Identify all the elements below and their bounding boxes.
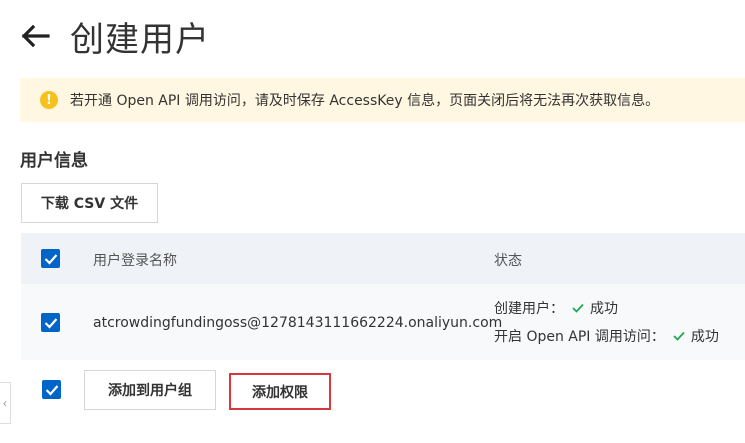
warning-icon: !: [40, 91, 58, 109]
add-to-group-button[interactable]: 添加到用户组: [84, 370, 216, 410]
arrow-left-icon[interactable]: [20, 21, 54, 51]
status-label: 创建用户：: [494, 301, 564, 317]
check-icon: [44, 317, 57, 329]
status-line-open-api: 开启 Open API 调用访问： 成功: [494, 326, 719, 346]
status-line-create-user: 创建用户： 成功: [494, 298, 618, 318]
warning-alert: ! 若开通 Open API 调用访问，请及时保存 AccessKey 信息，页…: [20, 78, 745, 122]
column-header-status: 状态: [494, 253, 522, 269]
status-result: 成功: [690, 329, 719, 345]
page-header: 创建用户: [20, 14, 210, 60]
success-check-icon: [673, 331, 685, 341]
column-header-login-name: 用户登录名称: [93, 253, 177, 269]
login-name-cell: atcrowdingfundingoss@1278143111662224.on…: [93, 315, 503, 331]
footer-select-all-checkbox[interactable]: [42, 380, 61, 399]
page-title: 创建用户: [70, 19, 210, 60]
download-csv-button[interactable]: 下载 CSV 文件: [21, 183, 158, 223]
success-check-icon: [572, 303, 584, 313]
alert-text: 若开通 Open API 调用访问，请及时保存 AccessKey 信息，页面关…: [70, 93, 660, 109]
status-label: 开启 Open API 调用访问：: [494, 329, 665, 345]
table-row: atcrowdingfundingoss@1278143111662224.on…: [21, 284, 745, 360]
check-icon: [44, 253, 57, 265]
status-result: 成功: [590, 301, 618, 317]
row-checkbox[interactable]: [41, 313, 60, 332]
add-permission-button[interactable]: 添加权限: [229, 373, 331, 410]
section-title: 用户信息: [20, 151, 88, 171]
table-header: 用户登录名称 状态: [21, 233, 745, 284]
check-icon: [45, 384, 58, 396]
chevron-left-icon[interactable]: ‹: [0, 382, 11, 424]
select-all-checkbox[interactable]: [41, 249, 60, 268]
